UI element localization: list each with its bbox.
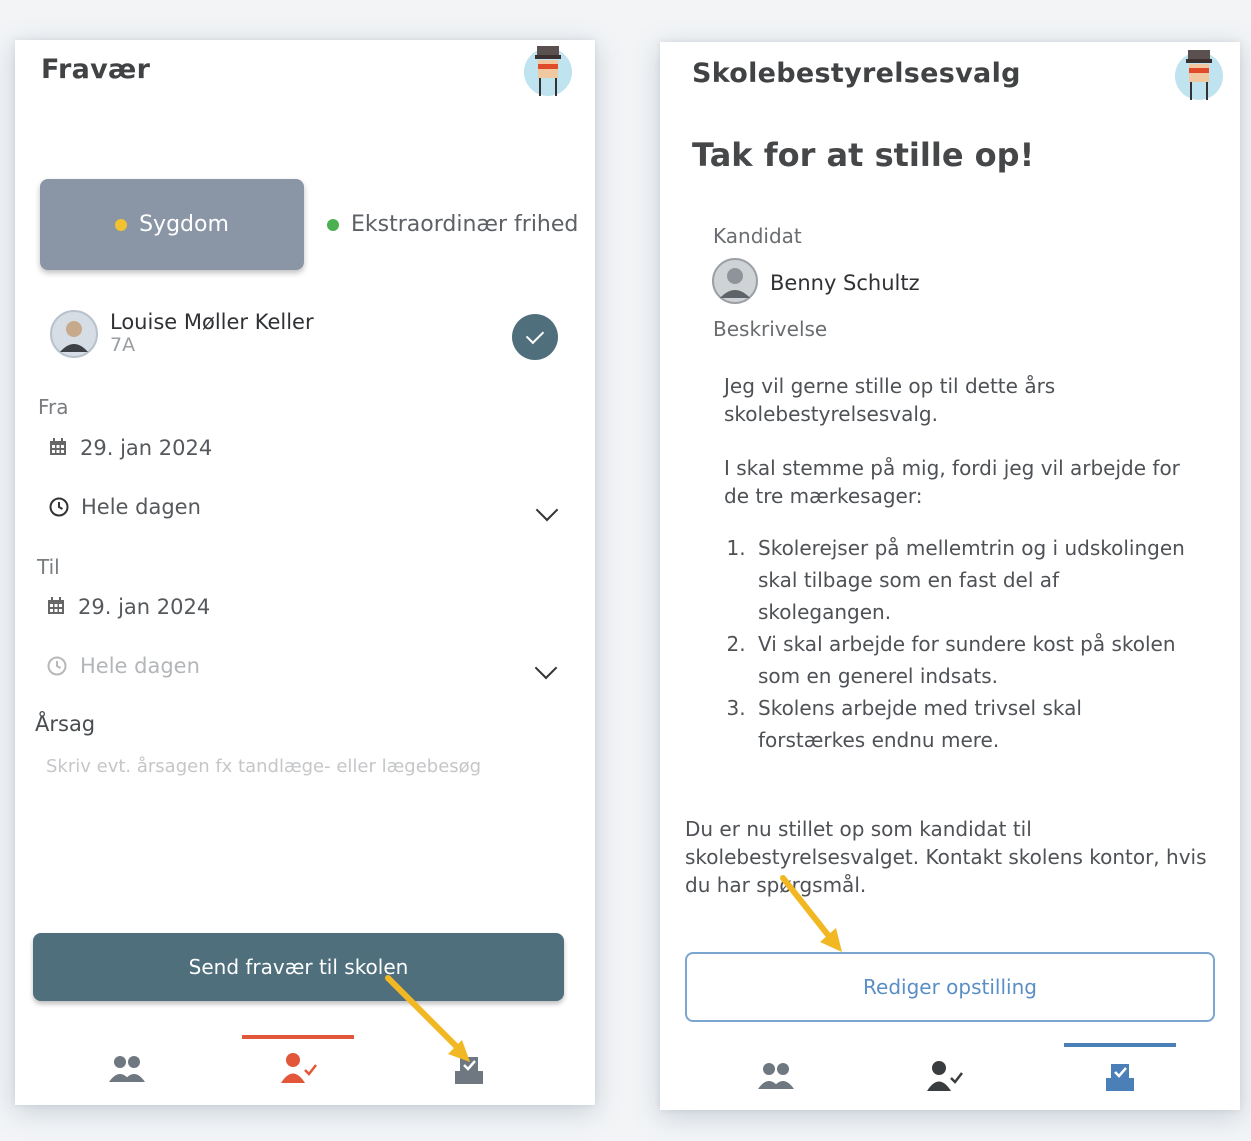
user-avatar[interactable] bbox=[523, 42, 573, 98]
student-name: Louise Møller Keller bbox=[110, 310, 314, 334]
election-screen: Skolebestyrelsesvalg Tak for at stille o… bbox=[660, 42, 1240, 1110]
active-tab-indicator bbox=[242, 1035, 354, 1039]
chevron-down-icon[interactable] bbox=[535, 498, 559, 522]
user-check-icon[interactable] bbox=[281, 1052, 317, 1084]
from-time-select[interactable]: Hele dagen bbox=[81, 495, 201, 519]
ballot-box-icon[interactable] bbox=[1104, 1062, 1136, 1092]
list-item: Skolens arbejde med trivsel skal forstær… bbox=[752, 692, 1194, 756]
send-absence-button[interactable]: Send fravær til skolen bbox=[33, 933, 564, 1001]
page-title: Skolebestyrelsesvalg bbox=[692, 58, 1021, 89]
selected-check-icon[interactable] bbox=[512, 314, 558, 360]
calendar-icon bbox=[50, 438, 66, 455]
student-class: 7A bbox=[110, 334, 136, 356]
edit-candidacy-button[interactable]: Rediger opstilling bbox=[685, 952, 1215, 1022]
page-title: Fravær bbox=[41, 54, 151, 85]
to-time-select[interactable]: Hele dagen bbox=[80, 654, 200, 678]
send-absence-label: Send fravær til skolen bbox=[188, 955, 409, 979]
issues-list: Skolerejser på mellemtrin og i udskoling… bbox=[724, 532, 1194, 756]
description-text: Jeg vil gerne stille op til dette års sk… bbox=[724, 372, 1194, 756]
users-icon[interactable] bbox=[109, 1055, 145, 1083]
clock-icon bbox=[47, 656, 67, 676]
tab-sygdom[interactable]: Sygdom bbox=[40, 179, 304, 270]
chevron-down-icon[interactable] bbox=[534, 656, 558, 680]
to-date[interactable]: 29. jan 2024 bbox=[78, 595, 210, 619]
description-paragraph: Jeg vil gerne stille op til dette års sk… bbox=[724, 374, 1056, 426]
tab-extra-label: Ekstraordinær frihed bbox=[351, 212, 579, 237]
yellow-dot-icon bbox=[115, 218, 128, 231]
calendar-icon bbox=[48, 597, 64, 614]
thank-you-heading: Tak for at stille op! bbox=[692, 136, 1035, 174]
user-avatar[interactable] bbox=[1174, 46, 1224, 102]
users-icon[interactable] bbox=[758, 1062, 794, 1090]
from-label: Fra bbox=[38, 395, 69, 419]
list-item: Vi skal arbejde for sundere kost på skol… bbox=[752, 628, 1194, 692]
description-paragraph: I skal stemme på mig, fordi jeg vil arbe… bbox=[724, 456, 1180, 508]
to-label: Til bbox=[37, 555, 60, 579]
user-check-icon[interactable] bbox=[927, 1060, 963, 1092]
tab-sygdom-label: Sygdom bbox=[139, 212, 229, 237]
candidate-name: Benny Schultz bbox=[770, 271, 920, 295]
tab-ekstraordinaer-frihed[interactable]: Ekstraordinær frihed bbox=[327, 212, 578, 237]
reason-input[interactable]: Skriv evt. årsagen fx tandlæge- eller læ… bbox=[46, 756, 481, 777]
clock-icon bbox=[49, 497, 69, 517]
description-label: Beskrivelse bbox=[713, 317, 828, 341]
ballot-box-icon[interactable] bbox=[453, 1055, 485, 1085]
active-tab-indicator bbox=[1064, 1043, 1176, 1047]
info-text: Du er nu stillet op som kandidat til sko… bbox=[685, 817, 1207, 897]
candidate-label: Kandidat bbox=[713, 224, 802, 248]
from-date[interactable]: 29. jan 2024 bbox=[80, 436, 212, 460]
list-item: Skolerejser på mellemtrin og i udskoling… bbox=[752, 532, 1194, 628]
edit-candidacy-label: Rediger opstilling bbox=[863, 975, 1037, 999]
green-dot-icon bbox=[327, 218, 339, 231]
student-avatar bbox=[50, 310, 98, 358]
absence-screen: Fravær Sygdom Ekstraordinær frihed Louis… bbox=[15, 40, 595, 1105]
reason-label: Årsag bbox=[35, 712, 96, 736]
candidate-avatar bbox=[712, 258, 758, 304]
